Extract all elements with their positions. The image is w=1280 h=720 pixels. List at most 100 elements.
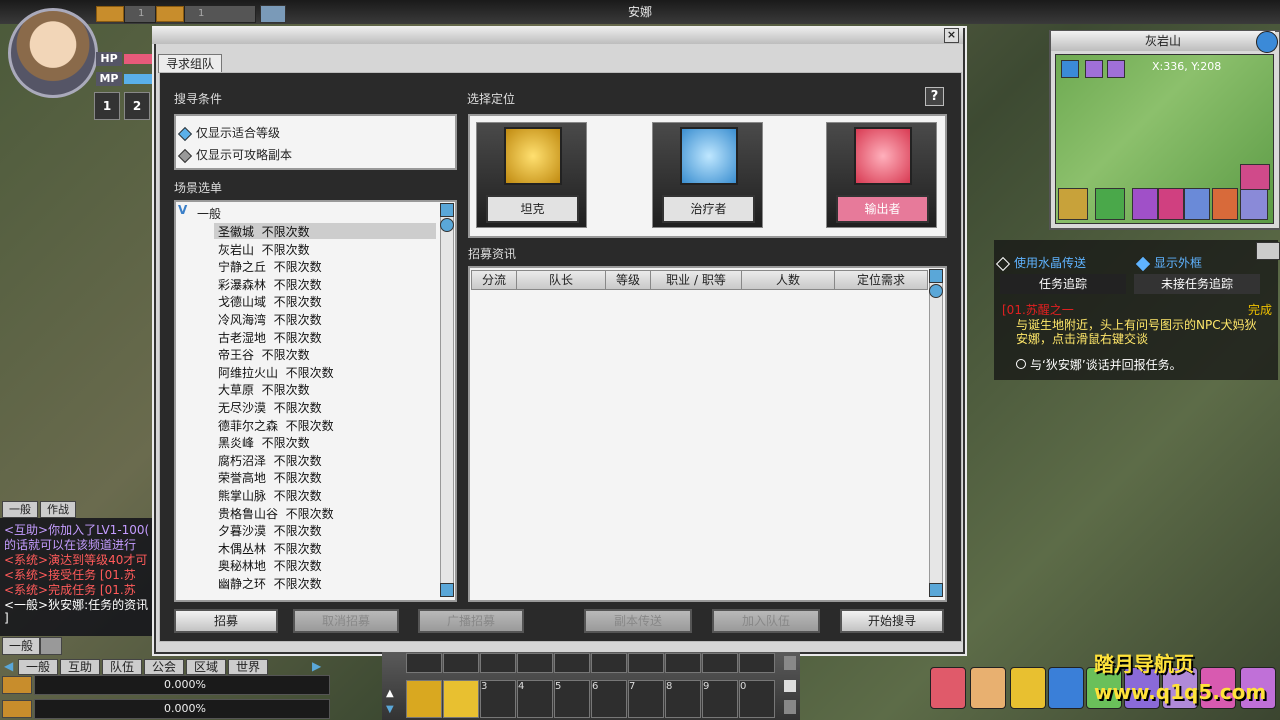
scene-item[interactable]: 熊掌山脉 不限次数 [218, 487, 322, 504]
scroll-up-icon[interactable] [929, 269, 943, 283]
action-slot[interactable] [739, 653, 775, 673]
scene-item[interactable]: 幽静之环 不限次数 [218, 575, 322, 592]
action-slot[interactable]: 0 [739, 680, 775, 718]
action-slot[interactable]: 8 [665, 680, 701, 718]
action-slot[interactable] [702, 653, 738, 673]
tab-channel[interactable]: 公会 [144, 659, 184, 675]
col-class[interactable]: 职业 / 职等 [650, 270, 742, 290]
col-count[interactable]: 人数 [741, 270, 835, 290]
dialog-titlebar[interactable] [152, 26, 963, 44]
tab-channel[interactable]: 队伍 [102, 659, 142, 675]
action-slot[interactable] [443, 680, 479, 718]
chat-channel-select[interactable]: 一般 [2, 637, 40, 655]
quest-log-icon[interactable] [1010, 667, 1046, 709]
bar-page-up-icon[interactable]: ▲ [386, 688, 400, 700]
chevron-left-icon[interactable]: ◀ [4, 659, 14, 673]
stats-icon[interactable] [1184, 188, 1210, 220]
avatar-icon[interactable] [1240, 164, 1270, 190]
scene-item[interactable]: 贵格鲁山谷 不限次数 [218, 505, 334, 522]
zoom-out-icon[interactable] [1107, 60, 1125, 78]
star-pink-icon[interactable] [1158, 188, 1184, 220]
action-slot[interactable] [443, 653, 479, 673]
scene-item[interactable]: 灰岩山 不限次数 [218, 241, 310, 258]
scene-item[interactable]: 古老湿地 不限次数 [218, 329, 322, 346]
action-slot[interactable]: 9 [702, 680, 738, 718]
emote-icon[interactable] [40, 637, 62, 655]
broadcast-recruit-button[interactable]: 广播招募 [418, 609, 524, 633]
scene-item[interactable]: 黑炎峰 不限次数 [218, 434, 310, 451]
scroll-up-icon[interactable] [440, 203, 454, 217]
healer-button[interactable]: 治疗者 [662, 195, 755, 223]
role-healer[interactable]: 治疗者 [652, 122, 763, 228]
col-role-need[interactable]: 定位需求 [834, 270, 928, 290]
lock-icon[interactable] [784, 700, 796, 714]
scroll-thumb[interactable] [440, 218, 454, 232]
tab-quest-tracking[interactable]: 任务追踪 [1000, 274, 1126, 294]
dungeon-teleport-button[interactable]: 副本传送 [584, 609, 692, 633]
tab-unaccepted-quests[interactable]: 未接任务追踪 [1134, 274, 1260, 294]
scene-item[interactable]: 帝王谷 不限次数 [218, 346, 310, 363]
start-search-button[interactable]: 开始搜寻 [840, 609, 944, 633]
skills-icon[interactable] [1048, 667, 1084, 709]
mail-icon[interactable] [1061, 60, 1079, 78]
role-dps[interactable]: 输出者 [826, 122, 937, 228]
col-branch[interactable]: 分流 [471, 270, 517, 290]
quest-title[interactable]: [01.苏醒之一 [1002, 301, 1074, 318]
tab-chat-general[interactable]: 一般 [2, 501, 38, 518]
bag-icon[interactable] [970, 667, 1006, 709]
scene-item[interactable]: 德菲尔之森 不限次数 [218, 417, 334, 434]
scene-item[interactable]: 阿维拉火山 不限次数 [218, 364, 334, 381]
action-slot[interactable]: 7 [628, 680, 664, 718]
tab-chat-combat[interactable]: 作战 [40, 501, 76, 518]
quick-slot-2[interactable]: 2 [124, 92, 150, 120]
character-icon[interactable] [1240, 188, 1268, 220]
action-slot[interactable] [554, 653, 590, 673]
action-slot[interactable] [591, 653, 627, 673]
condition-suitable-level[interactable]: 仅显示适合等级 [177, 124, 280, 141]
action-slot[interactable] [517, 653, 553, 673]
lock-icon[interactable] [784, 656, 796, 670]
scene-item[interactable]: 无尽沙漠 不限次数 [218, 399, 322, 416]
tab-channel[interactable]: 互助 [60, 659, 100, 675]
join-team-button[interactable]: 加入队伍 [712, 609, 820, 633]
handshake-icon[interactable] [1058, 188, 1088, 220]
col-level[interactable]: 等级 [605, 270, 651, 290]
scene-item[interactable]: 圣徽城 不限次数 [218, 223, 310, 240]
action-slot[interactable]: 3 [480, 680, 516, 718]
help-button[interactable]: ? [925, 87, 944, 106]
action-slot[interactable]: 5 [554, 680, 590, 718]
dps-button[interactable]: 输出者 [836, 195, 929, 223]
cancel-recruit-button[interactable]: 取消招募 [293, 609, 399, 633]
crown-icon[interactable] [96, 6, 124, 22]
player-portrait[interactable] [8, 8, 98, 98]
action-slot[interactable]: 6 [591, 680, 627, 718]
scroll-thumb[interactable] [929, 284, 943, 298]
pencil-icon[interactable] [156, 6, 184, 22]
tab-channel[interactable]: 世界 [228, 659, 268, 675]
zoom-in-icon[interactable] [1085, 60, 1103, 78]
tab-channel[interactable]: 一般 [18, 659, 58, 675]
quick-slot-1[interactable]: 1 [94, 92, 120, 120]
world-map-icon[interactable] [1256, 31, 1278, 53]
chevron-right-icon[interactable]: ▶ [312, 659, 324, 673]
scene-item[interactable]: 大草原 不限次数 [218, 381, 310, 398]
scene-item[interactable]: 戈德山域 不限次数 [218, 293, 322, 310]
action-slot[interactable]: 4 [517, 680, 553, 718]
star-icon[interactable] [1132, 188, 1158, 220]
action-slot[interactable] [406, 680, 442, 718]
tab-channel[interactable]: 区域 [186, 659, 226, 675]
action-slot[interactable] [628, 653, 664, 673]
condition-clearable-dungeon[interactable]: 仅显示可攻略副本 [177, 146, 292, 163]
shop-icon[interactable] [1212, 188, 1238, 220]
role-tank[interactable]: 坦克 [476, 122, 587, 228]
scene-item[interactable]: 彩瀑森林 不限次数 [218, 276, 322, 293]
bar-page-down-icon[interactable]: ▼ [386, 704, 400, 716]
col-leader[interactable]: 队长 [516, 270, 606, 290]
show-frame-option[interactable]: 显示外框 [1135, 254, 1202, 271]
scene-item[interactable]: 夕暮沙漠 不限次数 [218, 522, 322, 539]
scene-item[interactable]: 冷风海湾 不限次数 [218, 311, 322, 328]
scene-item[interactable]: 宁静之丘 不限次数 [218, 258, 322, 275]
close-button[interactable]: × [944, 28, 959, 43]
tank-button[interactable]: 坦克 [486, 195, 579, 223]
scroll-down-icon[interactable] [440, 583, 454, 597]
